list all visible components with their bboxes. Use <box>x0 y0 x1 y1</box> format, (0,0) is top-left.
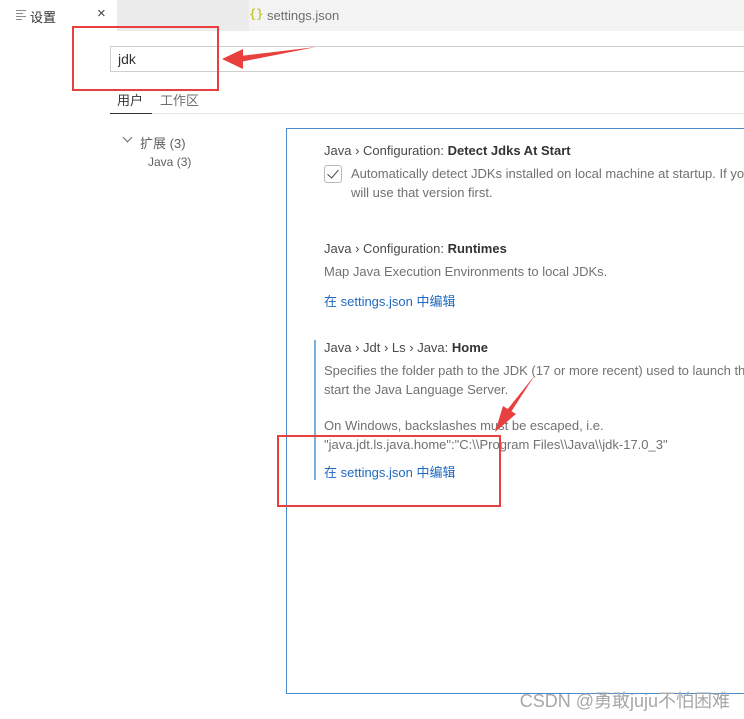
annotation-arrows <box>222 47 535 432</box>
settings-editor: 设置 × {} settings.json 用户 工作区 扩展 (3) Java… <box>0 0 744 719</box>
annotation-arrow-search <box>222 47 316 69</box>
watermark: CSDN @勇敢juju不怕困难 <box>519 691 730 711</box>
annotation-arrow-link <box>495 375 535 432</box>
